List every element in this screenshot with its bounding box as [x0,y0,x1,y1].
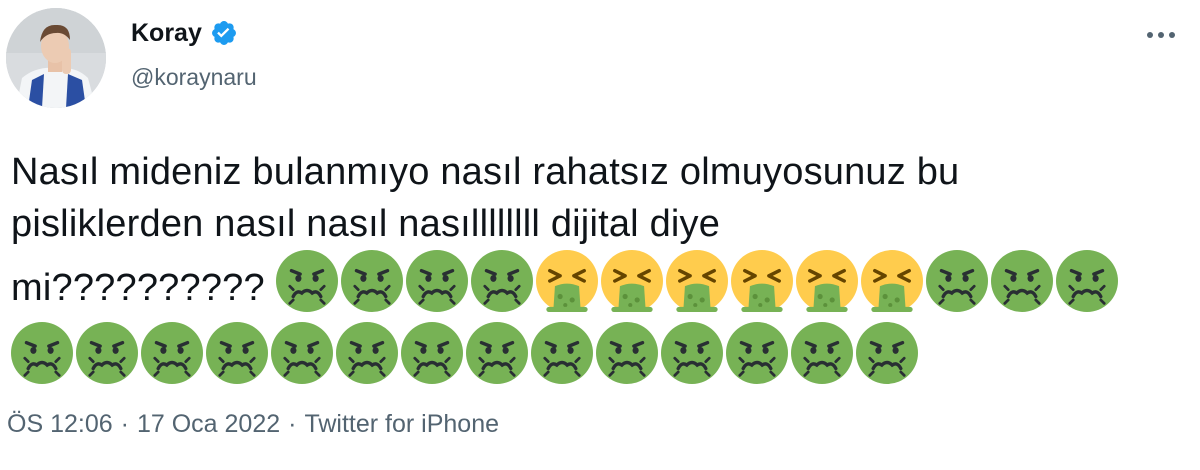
vomiting-face-icon [535,250,598,312]
nauseated-face-icon [11,322,73,384]
vomiting-face-icon [860,250,923,312]
vomiting-face-icon [600,250,663,312]
meta-separator: · [288,410,297,438]
nauseated-face-icon [76,322,138,384]
nauseated-face-icon [1055,250,1118,312]
nauseated-face-icon [531,322,593,384]
nauseated-face-icon [990,250,1053,312]
tweet-text-line-2: pisliklerden nasıl nasıl nasıllllllll di… [11,203,721,245]
nauseated-face-icon [206,322,268,384]
verified-badge-icon [210,19,238,47]
author-avatar[interactable] [6,8,106,108]
nauseated-face-icon [661,322,723,384]
nauseated-face-icon [275,250,338,312]
tweet-text-line-1: Nasıl mideniz bulanmıyo nasıl rahatsız o… [11,151,960,193]
tweet-time[interactable]: ÖS 12:06 [7,410,113,439]
author-name-row: Koray [131,17,238,49]
nauseated-face-icon [470,250,533,312]
tweet-source[interactable]: Twitter for iPhone [304,410,499,439]
nauseated-face-icon [726,322,788,384]
author-display-name[interactable]: Koray [131,17,202,49]
tweet-meta: ÖS 12:06 · 17 Oca 2022 · Twitter for iPh… [7,410,499,439]
nauseated-face-icon [856,322,918,384]
nauseated-face-icon [791,322,853,384]
tweet-card: Koray @koraynaru Nasıl mideniz bulanmıyo… [0,0,1200,470]
emoji-row-1 [275,250,1118,312]
nauseated-face-icon [925,250,988,312]
nauseated-face-icon [596,322,658,384]
author-handle[interactable]: @koraynaru [131,64,257,91]
meta-separator: · [120,410,129,438]
emoji-row-2 [11,322,918,384]
nauseated-face-icon [401,322,463,384]
tweet-date[interactable]: 17 Oca 2022 [137,410,280,439]
more-horizontal-icon [1147,32,1175,38]
vomiting-face-icon [795,250,858,312]
nauseated-face-icon [336,322,398,384]
nauseated-face-icon [466,322,528,384]
nauseated-face-icon [141,322,203,384]
nauseated-face-icon [405,250,468,312]
tweet-text-line-3: mi?????????? [11,250,1191,312]
more-options-button[interactable] [1143,20,1179,50]
vomiting-face-icon [665,250,728,312]
nauseated-face-icon [271,322,333,384]
vomiting-face-icon [730,250,793,312]
tweet-text-line-3-text: mi?????????? [11,267,265,309]
tweet-text: Nasıl mideniz bulanmıyo nasıl rahatsız o… [11,146,1191,312]
nauseated-face-icon [340,250,403,312]
